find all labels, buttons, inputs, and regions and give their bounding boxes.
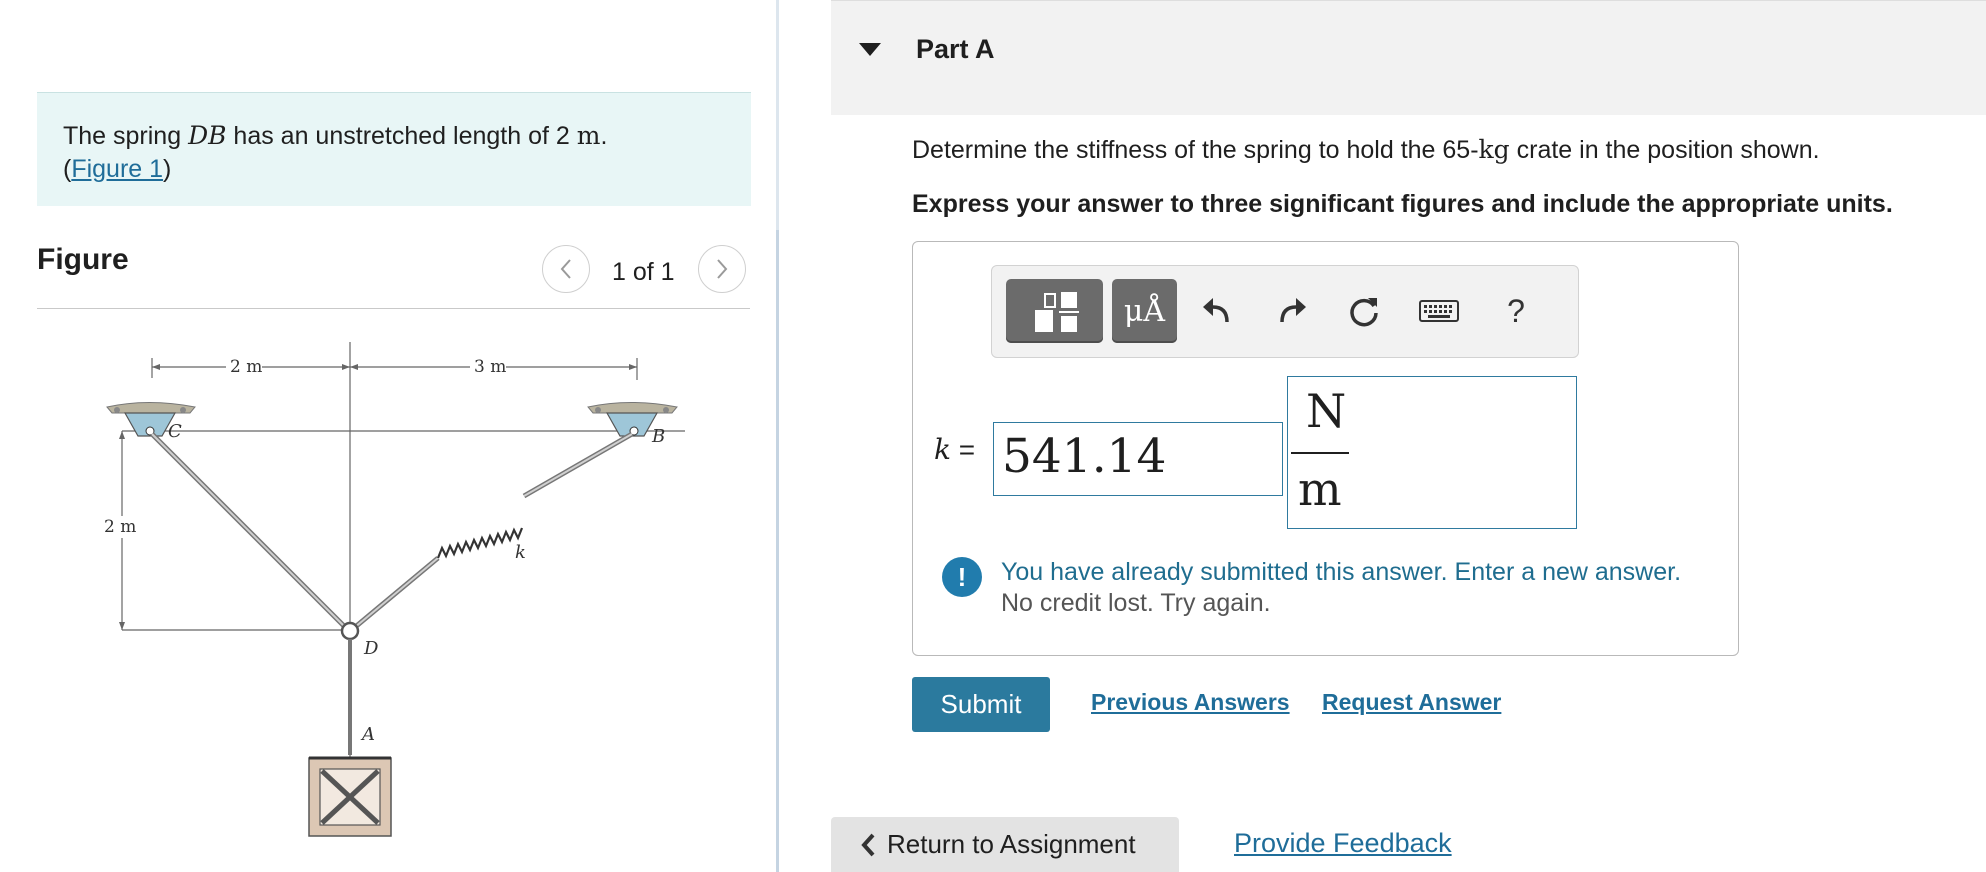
return-to-assignment-button[interactable]: Return to Assignment	[831, 817, 1179, 872]
question-text-end: crate in the position shown.	[1509, 136, 1820, 164]
problem-text-mid: has an unstretched length of 2	[226, 122, 577, 150]
help-icon: ?	[1507, 292, 1525, 329]
chevron-right-icon	[717, 259, 728, 279]
figure-link[interactable]: Figure 1	[71, 155, 163, 183]
next-figure-button[interactable]	[698, 245, 746, 293]
redo-icon	[1280, 298, 1306, 323]
figure-divider	[37, 308, 750, 309]
previous-figure-button[interactable]	[542, 245, 590, 293]
alert-message: You have already submitted this answer. …	[1001, 558, 1682, 586]
value-input[interactable]: 541.14	[993, 422, 1283, 496]
label-d: D	[363, 638, 379, 659]
units-button[interactable]: μÅ	[1112, 279, 1177, 343]
question-text: Determine the stiffness of the spring to…	[912, 135, 1820, 165]
reset-button[interactable]	[1342, 288, 1386, 334]
unit-fraction-bar	[1291, 452, 1349, 454]
label-a: A	[360, 724, 375, 745]
units-icon: μÅ	[1123, 293, 1166, 329]
help-button[interactable]: ?	[1496, 288, 1536, 334]
chevron-left-icon	[560, 259, 571, 279]
templates-button[interactable]	[1006, 279, 1103, 343]
paren-close: )	[163, 155, 172, 183]
variable-k: k	[934, 433, 951, 466]
dimension-arrows	[119, 364, 637, 630]
part-title: Part A	[916, 34, 995, 64]
submit-button[interactable]: Submit	[912, 677, 1050, 732]
redo-button[interactable]	[1270, 288, 1314, 334]
dim-label-left: 2 m	[230, 357, 262, 377]
alert-icon: !	[942, 557, 982, 597]
problem-text-start: The spring	[63, 122, 189, 150]
math-toolbar: μÅ ?	[991, 265, 1579, 358]
figure-title: Figure	[37, 243, 129, 276]
label-k: k	[515, 542, 526, 563]
problem-text-end: .	[600, 122, 608, 150]
request-answer-link[interactable]: Request Answer	[1322, 689, 1501, 716]
keyboard-button[interactable]	[1414, 288, 1464, 334]
chevron-left-icon	[861, 833, 875, 856]
collapse-triangle-icon[interactable]	[859, 43, 881, 56]
templates-icon	[1034, 292, 1079, 332]
part-header[interactable]: Part A	[831, 0, 1986, 115]
alert-submessage: No credit lost. Try again.	[1001, 589, 1271, 617]
equals-sign: =	[958, 434, 976, 465]
undo-button[interactable]	[1195, 288, 1239, 334]
spring-name: DB	[188, 121, 227, 150]
label-c: C	[168, 421, 182, 442]
dim-label-right: 3 m	[474, 357, 506, 377]
dim-label-vertical: 2 m	[104, 517, 136, 537]
undo-icon	[1203, 298, 1229, 323]
unit-numerator: N	[1306, 384, 1347, 438]
spring	[436, 527, 524, 559]
instruction-text: Express your answer to three significant…	[912, 190, 1893, 218]
return-label: Return to Assignment	[887, 829, 1136, 859]
question-unit: kg	[1478, 135, 1510, 164]
crate	[308, 756, 392, 837]
provide-feedback-link[interactable]: Provide Feedback	[1234, 828, 1452, 859]
label-b: B	[651, 426, 665, 447]
figure-diagram: 2 m 3 m 2 m C B D A k	[102, 342, 685, 837]
previous-answers-link[interactable]: Previous Answers	[1091, 689, 1290, 716]
unit-denominator: m	[1298, 462, 1342, 516]
problem-statement: The spring DB has an unstretched length …	[37, 92, 751, 206]
reset-icon	[1350, 298, 1378, 327]
column-divider-active	[776, 230, 779, 872]
length-unit: m	[576, 121, 601, 150]
answer-variable: k =	[934, 433, 975, 466]
question-text-start: Determine the stiffness of the spring to…	[912, 136, 1479, 164]
figure-pager: 1 of 1	[612, 258, 675, 286]
keyboard-icon	[1419, 300, 1459, 322]
